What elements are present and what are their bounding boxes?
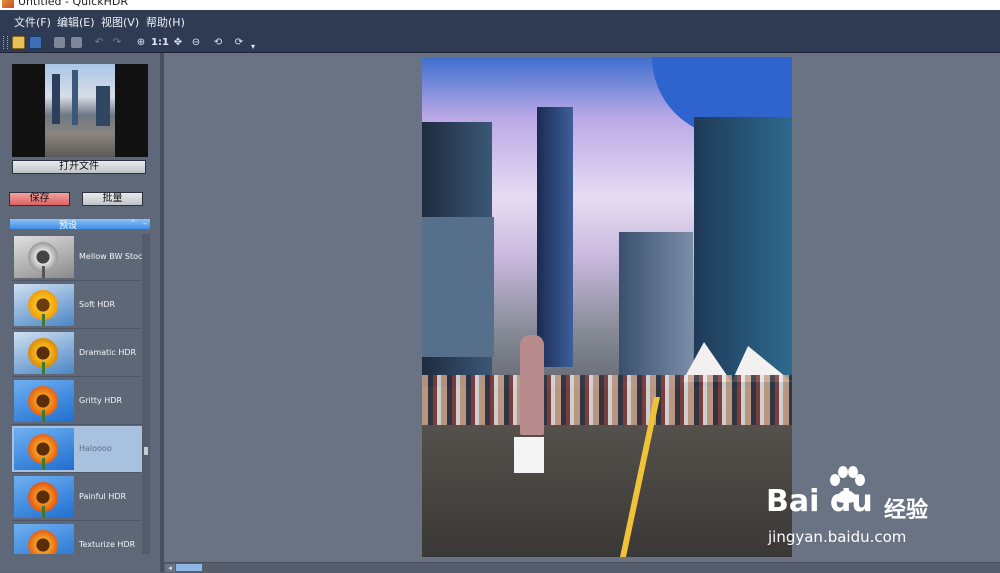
toolbar: ↶ ↷ ⊕ 1:1 ✥ ⊖ ⟲ ⟳ ▾ [0,32,1000,53]
zoom-in-icon[interactable]: ⊕ [134,35,148,49]
scroll-left-icon[interactable]: ◂ [165,564,175,572]
zoom-1to1-icon[interactable]: 1:1 [151,35,169,49]
zoom-out-icon[interactable]: ⊖ [189,35,203,49]
preset-thumbnail [14,428,74,470]
toolbar-grip[interactable] [3,36,8,49]
window-title: Untitled - QuickHDR [18,0,128,8]
menu-view[interactable]: 视图(V) [98,13,142,31]
menu-edit[interactable]: 编辑(E) [54,13,98,31]
toolbar-overflow-icon[interactable]: ▾ [249,39,257,53]
preset-thumbnail [14,380,74,422]
open-file-button[interactable]: 打开文件 [12,160,146,174]
preset-item[interactable]: Gritty HDR [12,378,142,425]
preset-label: Texturize HDR [79,540,136,549]
watermark-url: jingyan.baidu.com [768,528,907,546]
preset-scroll-thumb[interactable] [144,447,148,455]
preset-label: Mellow BW Stoc [79,252,142,261]
preset-list: Mellow BW Stoc Soft HDR Dramatic HDR Gri… [12,234,142,554]
menu-bar: 文件(F) 编辑(E) 视图(V) 帮助(H) [0,10,1000,32]
preset-label: Haloooo [79,444,112,453]
preset-label: Dramatic HDR [79,348,137,357]
preset-item[interactable]: Texturize HDR [12,522,142,554]
save-icon[interactable] [28,35,42,49]
save-button[interactable]: 保存 [9,192,70,206]
menu-help[interactable]: 帮助(H) [143,13,188,31]
batch-button[interactable]: 批量 [82,192,143,206]
title-bar: Untitled - QuickHDR [0,0,1000,10]
preset-scrollbar[interactable] [142,234,150,554]
hscroll-thumb[interactable] [176,564,202,571]
watermark-brand-cn: 经验 [884,498,929,523]
rotate-right-icon[interactable]: ⟳ [232,35,246,49]
preset-item[interactable]: Painful HDR [12,474,142,521]
preset-thumbnail [14,476,74,518]
preset-item[interactable]: Soft HDR [12,282,142,329]
menu-file[interactable]: 文件(F) [11,13,54,31]
minimize-icon[interactable]: – [140,219,150,229]
app-icon [2,0,14,8]
redo-icon[interactable]: ↷ [110,35,124,49]
open-icon[interactable] [11,35,25,49]
preset-item-selected[interactable]: Haloooo [12,426,142,473]
preset-item[interactable]: Dramatic HDR [12,330,142,377]
preset-label: Gritty HDR [79,396,122,405]
rotate-left-icon[interactable]: ⟲ [211,35,225,49]
canvas-hscrollbar[interactable]: ◂ [164,562,1000,573]
preset-thumbnail [14,236,74,278]
preset-label: Painful HDR [79,492,127,501]
paste-icon[interactable] [69,35,83,49]
undo-icon[interactable]: ↶ [92,35,106,49]
collapse-icon[interactable]: ˄ [128,219,138,229]
watermark-brand: Bai du [766,484,873,519]
copy-icon[interactable] [52,35,66,49]
presets-header: 预设 ˄ – [10,219,150,231]
hdr-photo [422,57,792,557]
preset-thumbnail [14,524,74,554]
preset-item[interactable]: Mellow BW Stoc [12,234,142,281]
preset-thumbnail [14,332,74,374]
fit-icon[interactable]: ✥ [171,35,185,49]
presets-header-label: 预设 [58,221,77,231]
preview-thumbnail [12,64,148,157]
preset-thumbnail [14,284,74,326]
baidu-watermark: Bai du 经验 jingyan.baidu.com [766,464,956,554]
preset-label: Soft HDR [79,300,116,309]
